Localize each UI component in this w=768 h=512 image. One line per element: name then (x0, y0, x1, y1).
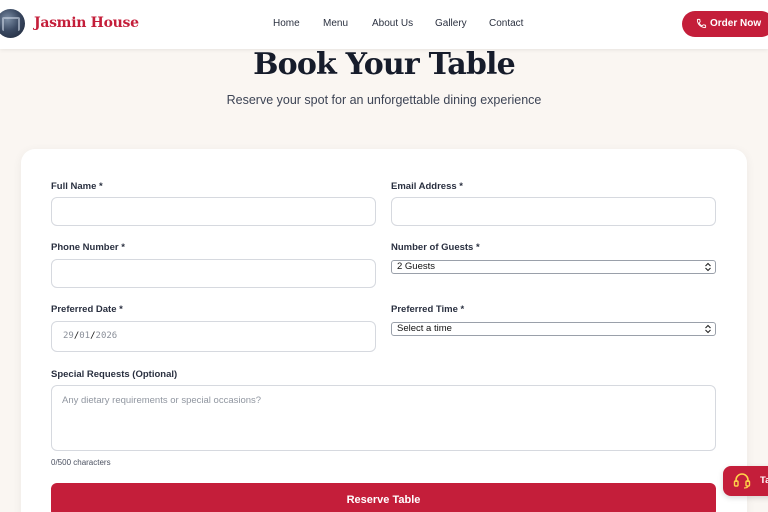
special-requests-placeholder: Any dietary requirements or special occa… (62, 395, 262, 406)
order-now-label: Order Now (710, 18, 762, 29)
phone-icon (696, 18, 707, 29)
headset-icon (733, 473, 751, 489)
time-select[interactable]: Select a time (391, 322, 716, 336)
page-subtitle: Reserve your spot for an unforgettable d… (226, 93, 542, 107)
email-input[interactable] (391, 197, 716, 226)
full-name-input[interactable] (51, 197, 376, 226)
floating-button-label: Ta (760, 475, 768, 486)
order-now-button[interactable]: Order Now (682, 11, 768, 37)
email-label: Email Address * (391, 181, 463, 192)
phone-label: Phone Number * (51, 242, 125, 253)
reserve-table-button[interactable]: Reserve Table (51, 483, 716, 512)
date-year: 2026 (95, 331, 118, 341)
nav-links: Home Menu About Us Gallery Contact (0, 18, 768, 32)
nav-link-about[interactable]: About Us (372, 18, 413, 29)
guests-label: Number of Guests * (391, 242, 480, 253)
date-day: 29 (63, 331, 74, 341)
date-value: 29/01/2026 (63, 331, 118, 341)
full-name-label: Full Name * (51, 181, 103, 192)
date-month: 01 (79, 331, 91, 341)
date-input[interactable]: 29/01/2026 (51, 321, 376, 352)
phone-input[interactable] (51, 259, 376, 288)
nav-link-home[interactable]: Home (273, 18, 300, 29)
booking-form-card: Full Name * Email Address * Phone Number… (21, 149, 747, 512)
date-label: Preferred Date * (51, 304, 123, 315)
guests-select-value: 2 Guests (397, 261, 436, 272)
floating-support-button[interactable]: Ta (723, 466, 768, 496)
guests-select[interactable]: 2 Guests (391, 260, 716, 274)
nav-link-contact[interactable]: Contact (489, 18, 523, 29)
top-navbar: Jasmin House Home Menu About Us Gallery … (0, 0, 768, 49)
special-requests-label: Special Requests (Optional) (51, 369, 178, 380)
special-requests-textarea[interactable]: Any dietary requirements or special occa… (51, 385, 716, 451)
nav-link-gallery[interactable]: Gallery (435, 18, 467, 29)
select-chevron-icon (705, 262, 711, 272)
select-chevron-icon (705, 324, 711, 334)
time-select-value: Select a time (397, 323, 452, 334)
time-label: Preferred Time * (391, 304, 465, 315)
nav-link-menu[interactable]: Menu (323, 18, 348, 29)
page-title: Book Your Table (253, 47, 516, 82)
character-counter: 0/500 characters (51, 458, 111, 467)
